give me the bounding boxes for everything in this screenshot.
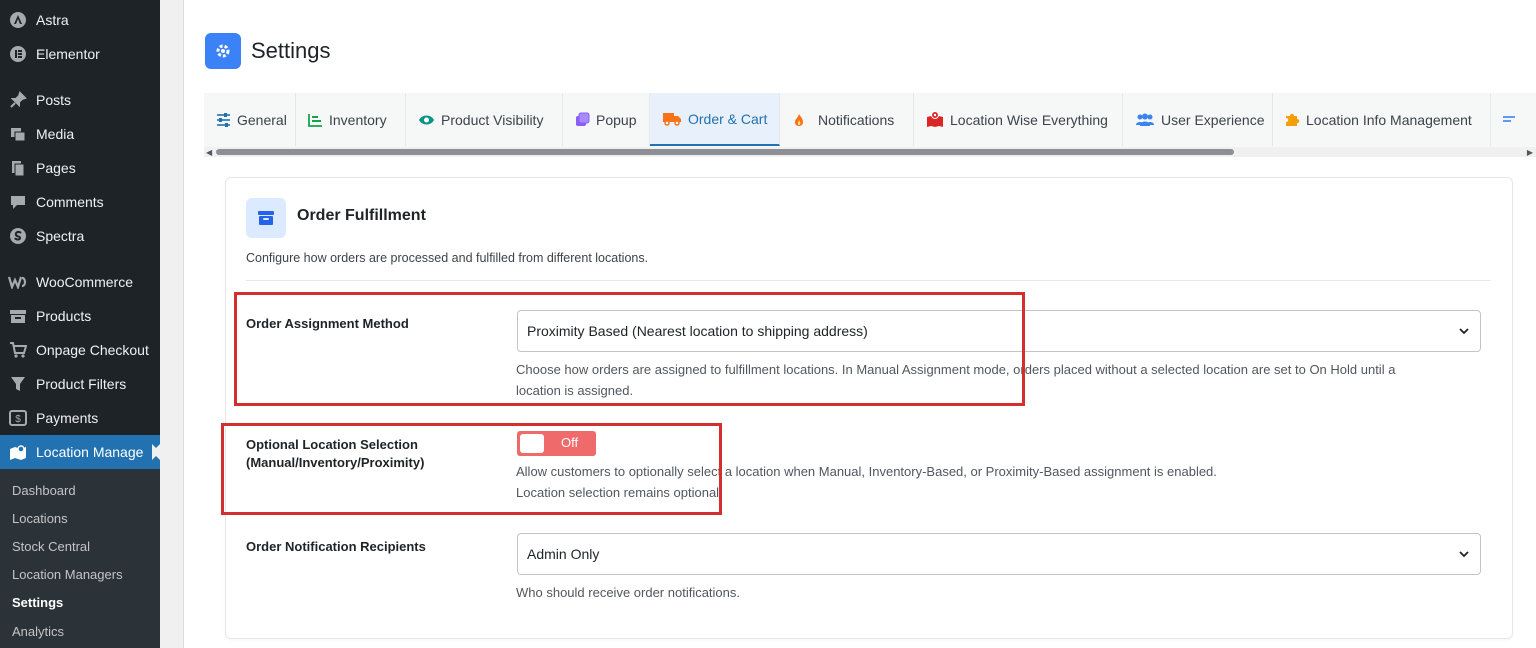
tab-popup[interactable]: Popup [563, 93, 650, 146]
fire-icon [794, 113, 804, 127]
submenu-location-managers[interactable]: Location Managers [12, 567, 123, 582]
tab-label: Notifications [818, 111, 895, 128]
sidebar-item-pages[interactable]: Pages [0, 151, 160, 185]
list-icon [1503, 115, 1515, 125]
tab-label: Inventory [329, 111, 387, 128]
sidebar-item-payments[interactable]: $ Payments [0, 401, 160, 435]
sidebar-item-label: Product Filters [36, 376, 127, 392]
tab-location-info-management[interactable]: Location Info Management [1273, 93, 1491, 146]
map-icon [8, 442, 28, 462]
users-icon [1135, 113, 1155, 127]
sidebar-item-label: Elementor [36, 46, 100, 62]
page-title: Settings [251, 38, 331, 63]
sidebar-item-label: Pages [36, 160, 76, 176]
chevron-down-icon [1458, 324, 1470, 340]
cart-icon [8, 340, 28, 360]
tab-general[interactable]: General [204, 93, 296, 146]
svg-text:$: $ [15, 414, 21, 425]
astra-icon [8, 10, 28, 30]
pin-icon [8, 90, 28, 110]
tab-notifications[interactable]: Notifications [780, 93, 914, 146]
admin-sidebar: Astra Elementor Posts Media Pages Commen… [0, 0, 160, 648]
sliders-icon [216, 112, 231, 127]
scroll-left-arrow-icon[interactable]: ◀ [206, 148, 212, 157]
tab-inventory[interactable]: Inventory [296, 93, 406, 146]
sidebar-item-label: Comments [36, 194, 104, 210]
scroll-right-arrow-icon[interactable]: ▶ [1527, 148, 1533, 157]
map-marked-icon [926, 111, 944, 128]
archive-icon [8, 306, 28, 326]
submenu-dashboard[interactable]: Dashboard [12, 483, 76, 498]
comment-icon [8, 192, 28, 212]
divider [246, 280, 1491, 281]
eye-icon [418, 114, 435, 126]
pages-icon [8, 158, 28, 178]
sidebar-item-comments[interactable]: Comments [0, 185, 160, 219]
puzzle-icon [1285, 112, 1300, 127]
tab-location-wise-everything[interactable]: Location Wise Everything [914, 93, 1123, 146]
notification-recipients-select[interactable]: Admin Only [517, 533, 1481, 575]
filter-icon [8, 374, 28, 394]
sidebar-item-products[interactable]: Products [0, 299, 160, 333]
spectra-icon [8, 226, 28, 246]
sidebar-item-media[interactable]: Media [0, 117, 160, 151]
elementor-icon [8, 44, 28, 64]
tab-more[interactable] [1491, 93, 1536, 146]
card-title: Order Fulfillment [297, 207, 426, 224]
submenu-settings[interactable]: Settings [12, 595, 63, 610]
clone-icon [575, 112, 590, 127]
notification-recipients-help: Who should receive order notifications. [516, 585, 741, 600]
archive-box-icon [246, 198, 286, 238]
tab-user-experience[interactable]: User Experience [1123, 93, 1273, 146]
chevron-down-icon [1458, 547, 1470, 563]
submenu-stock-central[interactable]: Stock Central [12, 539, 90, 554]
tab-label: Location Info Management [1306, 111, 1472, 128]
woo-icon [8, 272, 28, 292]
sidebar-item-label: Spectra [36, 228, 85, 244]
sidebar-item-label: Posts [36, 92, 72, 108]
tab-label: Order & Cart [688, 110, 768, 127]
tabs-scrollbar[interactable]: ◀ ▶ [204, 147, 1536, 157]
tab-label: Popup [596, 111, 637, 128]
active-menu-pointer [152, 444, 160, 460]
highlight-box-optional [221, 423, 722, 515]
notification-recipients-label: Order Notification Recipients [246, 539, 426, 554]
sidebar-item-onpage-checkout[interactable]: Onpage Checkout [0, 333, 160, 367]
highlight-box-assignment [234, 292, 1025, 406]
card-description: Configure how orders are processed and f… [246, 251, 649, 265]
sidebar-item-label: Astra [36, 12, 69, 28]
sidebar-item-label: Products [36, 308, 92, 324]
sidebar-item-elementor[interactable]: Elementor [0, 37, 160, 71]
media-icon [8, 124, 28, 144]
sidebar-item-label: Location Manage [36, 444, 144, 460]
sidebar-item-posts[interactable]: Posts [0, 83, 160, 117]
sidebar-item-astra[interactable]: Astra [0, 3, 160, 37]
sidebar-item-label: WooCommerce [36, 274, 133, 290]
submenu-analytics[interactable]: Analytics [12, 624, 64, 639]
tab-label: General [237, 111, 287, 128]
gear-icon [205, 33, 241, 69]
sidebar-item-location-manage[interactable]: Location Manage [0, 435, 160, 469]
chart-bars-icon [308, 113, 323, 127]
tab-label: Location Wise Everything [950, 111, 1108, 128]
submenu-locations[interactable]: Locations [12, 511, 68, 526]
tab-label: User Experience [1161, 111, 1265, 128]
sidebar-item-spectra[interactable]: Spectra [0, 219, 160, 253]
sidebar-item-product-filters[interactable]: Product Filters [0, 367, 160, 401]
tab-label: Product Visibility [441, 111, 544, 128]
payments-icon: $ [8, 408, 28, 428]
truck-icon [662, 111, 682, 126]
sidebar-item-label: Payments [36, 410, 99, 426]
scrollbar-thumb[interactable] [216, 149, 1234, 155]
settings-tabs: General Inventory Product Visibility Pop… [204, 93, 1536, 148]
location-manage-submenu: Dashboard Locations Stock Central Locati… [0, 469, 160, 648]
sidebar-item-label: Media [36, 126, 75, 142]
sidebar-item-label: Onpage Checkout [36, 342, 149, 358]
sidebar-item-woocommerce[interactable]: WooCommerce [0, 265, 160, 299]
select-value: Admin Only [527, 546, 600, 562]
tab-product-visibility[interactable]: Product Visibility [406, 93, 563, 146]
order-fulfillment-card: Order Fulfillment Configure how orders a… [225, 177, 1513, 639]
tab-order-cart[interactable]: Order & Cart [650, 93, 780, 146]
